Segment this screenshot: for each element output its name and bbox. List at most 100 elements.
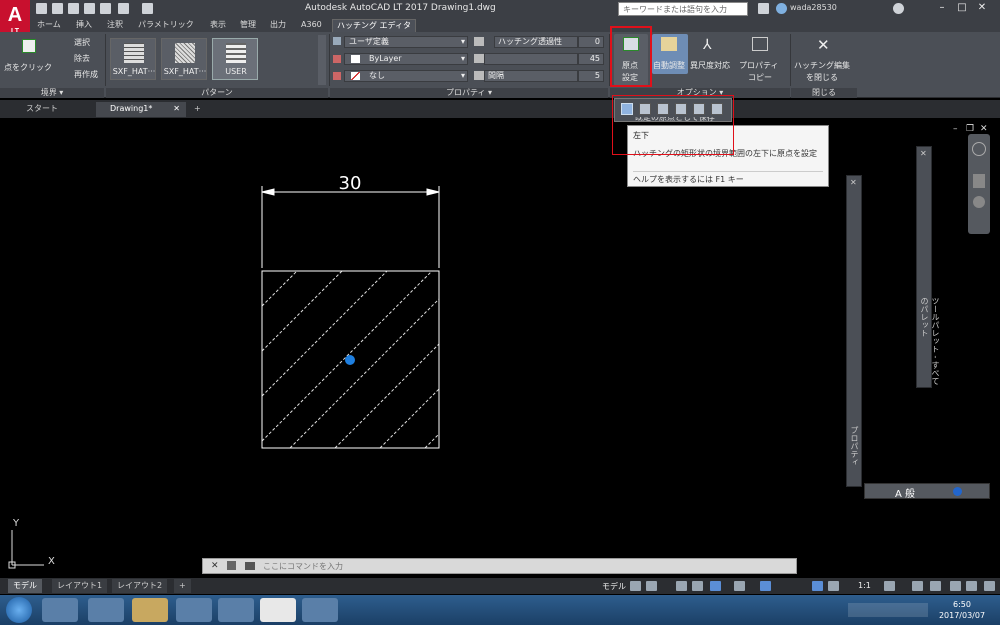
save-as-icon[interactable]: [84, 3, 95, 14]
pattern-gallery-scroll[interactable]: [318, 35, 326, 85]
associative-button[interactable]: 自動調整: [652, 34, 688, 74]
redo-icon[interactable]: [142, 3, 153, 14]
isolate-objects-icon[interactable]: [950, 581, 961, 591]
cmd-close-icon[interactable]: ✕: [211, 561, 219, 571]
grid-icon[interactable]: [630, 581, 641, 591]
origin-current-icon[interactable]: [711, 103, 723, 115]
plot-icon[interactable]: [100, 3, 111, 14]
tab-start[interactable]: スタート: [12, 102, 100, 117]
polar-icon[interactable]: [692, 581, 703, 591]
pattern-tile[interactable]: SXF_HAT···: [110, 38, 156, 80]
hatch-type-dropdown[interactable]: ユーザ定義: [344, 36, 468, 48]
cmd-customize-icon[interactable]: [227, 561, 236, 570]
set-origin-button[interactable]: 原点 設定: [614, 34, 648, 86]
palette-close-icon[interactable]: ✕: [920, 149, 927, 158]
file-explorer-icon[interactable]: [132, 598, 168, 622]
tab-insert[interactable]: 挿入: [76, 19, 92, 32]
transparency-label-field[interactable]: ハッチング透過性: [494, 36, 578, 48]
properties-panel-title[interactable]: プロパティ ▾: [330, 88, 608, 98]
tab-layout2[interactable]: レイアウト2: [112, 579, 168, 593]
annotation-scale-value[interactable]: 1:1: [858, 581, 871, 590]
match-properties-button[interactable]: プロパティ コピー: [736, 34, 786, 86]
undo-icon[interactable]: [118, 3, 129, 14]
pattern-tile-selected[interactable]: USER: [212, 38, 258, 80]
tab-view[interactable]: 表示: [210, 19, 226, 32]
plus-icon[interactable]: [912, 581, 923, 591]
isodraft-icon[interactable]: [710, 581, 721, 591]
store-default-origin-option[interactable]: 既定の原点として保存: [635, 117, 715, 123]
add-layout-button[interactable]: +: [174, 579, 191, 593]
tab-close-icon[interactable]: ✕: [173, 102, 180, 116]
close-hatch-editor-button[interactable]: ✕ ハッチング編集 を閉じる: [792, 34, 856, 86]
workspace-gear-icon[interactable]: [884, 581, 895, 591]
hatch-color-dropdown[interactable]: ByLayer: [344, 53, 468, 65]
transparency-value[interactable]: 0: [578, 36, 604, 48]
command-input[interactable]: [263, 560, 783, 572]
viewport-close-icon[interactable]: ✕: [980, 124, 988, 134]
spacing-label-field[interactable]: 間隔: [484, 70, 578, 82]
search-input[interactable]: キーワードまたは語句を入力: [618, 2, 748, 16]
spacing-value[interactable]: 5: [578, 70, 604, 82]
save-icon[interactable]: [68, 3, 79, 14]
tab-home[interactable]: ホーム: [37, 19, 61, 32]
select-button[interactable]: 選択: [74, 37, 90, 48]
origin-center-icon[interactable]: [693, 103, 705, 115]
boundary-panel-title[interactable]: 境界 ▾: [0, 88, 104, 98]
tab-drawing1[interactable]: Drawing1* ✕: [96, 102, 186, 117]
annotative-button[interactable]: ⅄ 異尺度対応: [690, 34, 732, 74]
autocad-taskbar-icon[interactable]: [260, 598, 296, 622]
annotation-scale-icon[interactable]: [828, 581, 839, 591]
properties-palette[interactable]: ✕ プロパティ: [846, 175, 862, 487]
tab-output[interactable]: 出力: [270, 19, 286, 32]
cmd-recent-icon[interactable]: [245, 562, 255, 570]
binoculars-icon[interactable]: [758, 3, 769, 14]
tab-hatch-editor[interactable]: ハッチング エディタ: [332, 19, 416, 32]
ime-bar[interactable]: A 般: [864, 483, 990, 500]
origin-bottom-left-icon[interactable]: [621, 103, 633, 115]
origin-bottom-right-icon[interactable]: [639, 103, 651, 115]
remove-button[interactable]: 除去: [74, 53, 90, 64]
snap-icon[interactable]: [646, 581, 657, 591]
options-panel-title[interactable]: オプション ▾: [610, 88, 790, 98]
tab-a360[interactable]: A360: [301, 19, 322, 32]
drawing-canvas[interactable]: 30 Y X – ❐ ✕ ✕ プロパティ ✕ ツールパレット - すべてのパレッ…: [0, 118, 1000, 578]
origin-top-right-icon[interactable]: [675, 103, 687, 115]
new-tab-button[interactable]: +: [190, 102, 206, 117]
hardware-acceleration-icon[interactable]: [930, 581, 941, 591]
thunderbird-icon[interactable]: [218, 598, 254, 622]
paint-icon[interactable]: [302, 598, 338, 622]
origin-top-left-icon[interactable]: [657, 103, 669, 115]
start-button-icon[interactable]: [6, 597, 32, 623]
tab-model[interactable]: モデル: [8, 579, 42, 593]
tab-manage[interactable]: 管理: [240, 19, 256, 32]
clean-screen-icon[interactable]: [966, 581, 977, 591]
clock[interactable]: 6:50 2017/03/07: [932, 599, 992, 621]
palette-close-icon[interactable]: ✕: [850, 178, 857, 187]
object-snap-icon[interactable]: [734, 581, 745, 591]
ime-help-icon[interactable]: [953, 487, 962, 496]
chrome-icon[interactable]: [176, 598, 212, 622]
help-icon[interactable]: [893, 3, 904, 14]
close-icon[interactable]: ✕: [975, 1, 989, 15]
minimize-icon[interactable]: –: [935, 1, 949, 15]
maximize-icon[interactable]: □: [955, 1, 969, 15]
open-icon[interactable]: [52, 3, 63, 14]
angle-value[interactable]: 45: [578, 53, 604, 65]
user-name[interactable]: wada28530: [790, 3, 837, 12]
angle-slider[interactable]: [484, 53, 578, 65]
tray-icons[interactable]: [848, 603, 928, 617]
pattern-tile[interactable]: SXF_HAT···: [161, 38, 207, 80]
model-space-button[interactable]: モデル: [602, 581, 626, 592]
pan-icon[interactable]: [973, 174, 985, 188]
navigation-bar[interactable]: [968, 134, 990, 234]
annotation-visibility-icon[interactable]: [812, 581, 823, 591]
zoom-icon[interactable]: [973, 196, 985, 208]
ortho-icon[interactable]: [676, 581, 687, 591]
media-player-icon[interactable]: [42, 598, 78, 622]
tab-annotate[interactable]: 注釈: [107, 19, 123, 32]
viewport-restore-icon[interactable]: ❐: [966, 124, 974, 134]
pick-point-button[interactable]: 点をクリック: [4, 36, 54, 80]
new-icon[interactable]: [36, 3, 47, 14]
viewport-minimize-icon[interactable]: –: [953, 124, 958, 134]
tab-layout1[interactable]: レイアウト1: [52, 579, 108, 593]
